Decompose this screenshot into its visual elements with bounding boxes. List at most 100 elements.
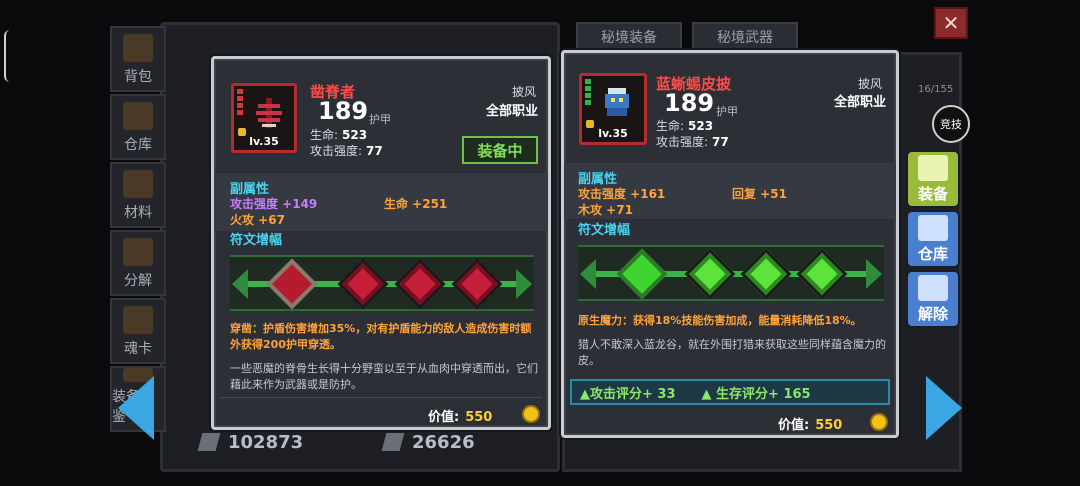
close-button[interactable]: ✕ [934, 7, 968, 39]
currency-b-value: 26626 [412, 432, 475, 453]
sidebar-item-backpack[interactable]: 背包 [110, 26, 166, 92]
armor-value: 189 [664, 89, 715, 117]
armor-value: 189 [318, 97, 369, 125]
gold-coin-icon [522, 405, 540, 423]
game-screen: 秘境装备 秘境武器 ✕ 16/155 102873 26626 背包 仓库 材料… [0, 0, 1080, 486]
sidebar-item-label: 分解 [124, 273, 152, 289]
sidebar-item-warehouse[interactable]: 仓库 [110, 94, 166, 160]
rarity-pips [585, 79, 591, 105]
shirt-icon [918, 155, 948, 181]
rune-title: 符文增幅 [578, 223, 631, 238]
sidebar: 背包 仓库 材料 分解 魂卡 装备图鉴 [110, 26, 166, 434]
atk-value: 77 [366, 144, 383, 158]
price: 价值: 550 [428, 406, 492, 425]
item-icon-frame: lv.35 [231, 83, 297, 153]
attr-atk: 攻击强度 +149 [230, 197, 318, 211]
rune-slots [230, 255, 534, 311]
action-column: 装备 仓库 解除 [906, 150, 960, 330]
sidebar-item-dismantle[interactable]: 分解 [110, 230, 166, 296]
attr-atk: 攻击强度 +161 [578, 187, 666, 201]
slot-type: 披风 [858, 77, 883, 91]
sidebar-item-materials[interactable]: 材料 [110, 162, 166, 228]
flavor-text: 一些恶魔的脊骨生长得十分野蛮以至于从血肉中穿透而出，它们藉此来作为武器或是防护。 [230, 362, 538, 391]
sidebar-item-label: 魂卡 [124, 341, 152, 357]
rune-gem-slot[interactable] [451, 258, 503, 310]
atk-label: 攻击强度: [310, 144, 363, 158]
chest-icon [123, 34, 153, 62]
gold-coin-icon [870, 413, 888, 431]
equipped-item-card: lv.35 凿脊者 189 护甲 生命: 523 攻击强度: 77 披风 全部职业 … [211, 56, 551, 430]
price-value: 550 [465, 410, 493, 425]
item-level: lv.35 [598, 127, 628, 140]
rune-gem-slot[interactable] [796, 248, 848, 300]
soul-card-icon [123, 306, 153, 334]
item-icon-frame: lv.35 [579, 73, 647, 145]
rarity-pips [237, 89, 243, 115]
equipped-badge: 装备中 [462, 136, 538, 164]
attr-fire: 火攻 +67 [230, 213, 285, 227]
atk-stat: 攻击强度: 77 [310, 142, 383, 159]
hp-stat: 生命: 523 [656, 117, 713, 134]
screen-edge-mark [4, 30, 10, 82]
atk-stat: 攻击强度: 77 [656, 133, 729, 150]
hp-value: 523 [342, 128, 368, 142]
next-arrow-icon[interactable] [926, 376, 962, 440]
chevron-left-icon [580, 259, 596, 289]
store-button-label: 仓库 [917, 245, 948, 263]
tab-secret-weapon[interactable]: 秘境武器 [692, 22, 798, 52]
unequip-button[interactable]: 解除 [906, 270, 960, 328]
compared-item-card: lv.35 蓝蜥蜴皮披 189 护甲 生命: 523 攻击强度: 77 披风 全部职… [561, 50, 899, 438]
currency-a-value: 102873 [228, 432, 304, 453]
atk-value: 77 [712, 135, 729, 149]
sidebar-item-label: 材料 [124, 205, 152, 221]
equip-button[interactable]: 装备 [906, 150, 960, 208]
rune-gem-slot[interactable] [684, 248, 736, 300]
materials-icon [123, 170, 153, 198]
spine-cloak-icon [256, 98, 282, 128]
hp-label: 生命: [656, 119, 685, 133]
price-label: 价值: [428, 410, 460, 425]
attr-wood: 木攻 +71 [578, 203, 633, 217]
prev-arrow-icon[interactable] [118, 376, 154, 440]
sidebar-item-label: 背包 [124, 69, 152, 85]
chevron-right-icon [516, 269, 532, 299]
dismantle-icon [123, 238, 153, 266]
currency-a: 102873 [197, 432, 304, 453]
armor-label: 护甲 [716, 105, 738, 118]
store-button[interactable]: 仓库 [906, 210, 960, 268]
castle-icon [918, 215, 948, 241]
equip-button-label: 装备 [917, 185, 948, 203]
price-value: 550 [815, 418, 843, 433]
sidebar-item-label: 仓库 [124, 137, 152, 153]
item-level: lv.35 [249, 135, 279, 148]
unlock-icon [918, 275, 948, 301]
tab-secret-gear[interactable]: 秘境装备 [576, 22, 682, 52]
rune-description: 原生魔力：获得18%技能伤害加成，能量消耗降低18%。 [578, 314, 862, 327]
hp-value: 523 [688, 119, 714, 133]
currency-a-icon [197, 433, 221, 451]
rune-slots [578, 245, 884, 301]
chevron-left-icon [232, 269, 248, 299]
sidebar-item-soul-card[interactable]: 魂卡 [110, 298, 166, 364]
survival-score: ▲ 生存评分+ 165 [701, 386, 811, 402]
rune-gem-main[interactable] [266, 258, 318, 310]
rune-gem-slot[interactable] [394, 258, 446, 310]
warehouse-icon [123, 102, 153, 130]
price-label: 价值: [778, 418, 810, 433]
chevron-right-icon [866, 259, 882, 289]
rune-gem-slot[interactable] [740, 248, 792, 300]
score-comparison: ▲攻击评分+ 33 ▲ 生存评分+ 165 [570, 379, 890, 405]
compete-button[interactable]: 竞技 [932, 105, 970, 143]
attack-score: ▲攻击评分+ 33 [580, 386, 676, 402]
atk-label: 攻击强度: [656, 135, 709, 149]
rune-gem-slot[interactable] [337, 258, 389, 310]
rune-gem-main[interactable] [616, 248, 668, 300]
rune-title: 符文增幅 [230, 233, 283, 248]
armor-label: 护甲 [369, 113, 391, 126]
currency-b: 26626 [381, 432, 475, 453]
slot-type: 披风 [512, 85, 537, 99]
attr-regen: 回复 +51 [732, 187, 787, 201]
job-restriction: 全部职业 [834, 95, 887, 110]
price: 价值: 550 [778, 414, 842, 433]
unequip-button-label: 解除 [917, 305, 948, 323]
